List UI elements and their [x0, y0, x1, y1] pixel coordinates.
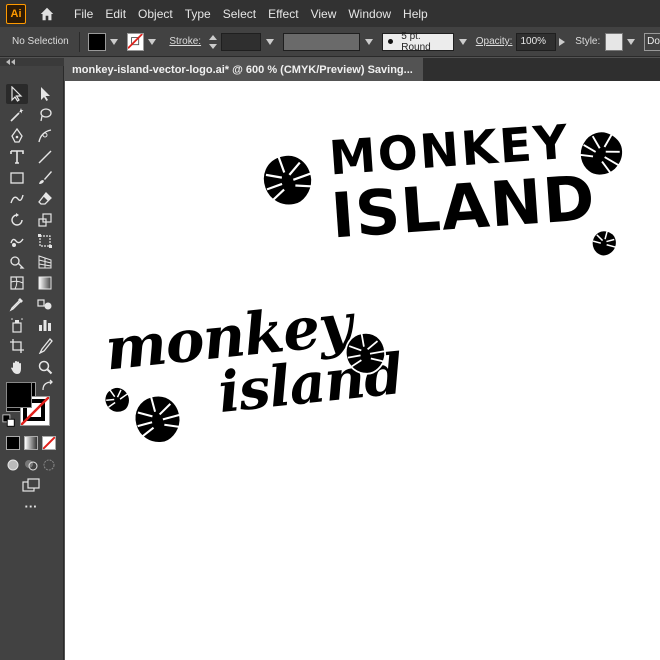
- collapse-toolbar-icon: [6, 59, 15, 65]
- fill-swatch[interactable]: [87, 32, 106, 51]
- opacity-label[interactable]: Opacity:: [476, 36, 513, 47]
- color-mode-button[interactable]: [6, 436, 20, 450]
- stroke-label[interactable]: Stroke:: [169, 36, 201, 47]
- menu-object[interactable]: Object: [138, 7, 173, 21]
- mesh-tool-icon[interactable]: [6, 273, 28, 293]
- menu-edit[interactable]: Edit: [105, 7, 126, 21]
- shaper-tool-icon[interactable]: [6, 189, 28, 209]
- tools-panel: ···: [0, 66, 64, 660]
- graphic-style-swatch[interactable]: [605, 32, 624, 51]
- toolbar-header[interactable]: [0, 58, 64, 66]
- direct-selection-tool-icon[interactable]: [34, 84, 56, 104]
- monstera-leaf-script-right-icon[interactable]: [335, 325, 395, 381]
- profile-dropdown-icon[interactable]: [364, 37, 374, 47]
- menu-bar: Ai File Edit Object Type Select Effect V…: [0, 0, 660, 27]
- zoom-tool-icon[interactable]: [34, 357, 56, 377]
- paintbrush-tool-icon[interactable]: [34, 168, 56, 188]
- menu-effect[interactable]: Effect: [268, 7, 298, 21]
- menu-file[interactable]: File: [74, 7, 93, 21]
- illustrator-logo-icon: Ai: [6, 3, 26, 24]
- perspective-grid-tool-icon[interactable]: [34, 252, 56, 272]
- brush-definition[interactable]: 5 pt. Round: [382, 30, 454, 53]
- symbol-sprayer-tool-icon[interactable]: [6, 315, 28, 335]
- hand-tool-icon[interactable]: [6, 357, 28, 377]
- draw-inside-icon[interactable]: [40, 456, 58, 474]
- gradient-tool-icon[interactable]: [34, 273, 56, 293]
- stroke-swatch[interactable]: [126, 32, 145, 51]
- opacity-input[interactable]: 100%: [516, 32, 557, 51]
- none-mode-button[interactable]: [42, 436, 56, 450]
- bold-logo-island[interactable]: ISLAND: [329, 161, 598, 252]
- shape-builder-tool-icon[interactable]: [6, 252, 28, 272]
- rotate-tool-icon[interactable]: [6, 210, 28, 230]
- menu-type[interactable]: Type: [185, 7, 211, 21]
- monstera-leaf-small-icon[interactable]: [585, 224, 622, 263]
- scale-tool-icon[interactable]: [34, 210, 56, 230]
- eyedropper-tool-icon[interactable]: [6, 294, 28, 314]
- artboard-tool-icon[interactable]: [6, 336, 28, 356]
- brush-dropdown-icon[interactable]: [458, 37, 468, 47]
- stroke-weight-dropdown-icon[interactable]: [265, 37, 275, 47]
- slice-tool-icon[interactable]: [34, 336, 56, 356]
- line-segment-tool-icon[interactable]: [34, 147, 56, 167]
- draw-behind-icon[interactable]: [22, 456, 40, 474]
- default-fill-stroke-icon[interactable]: [2, 414, 16, 428]
- document-tab[interactable]: monkey-island-vector-logo.ai* @ 600 % (C…: [64, 58, 423, 81]
- style-dropdown-icon[interactable]: [626, 37, 636, 47]
- document-setup-button[interactable]: Do: [644, 32, 660, 51]
- curvature-tool-icon[interactable]: [34, 126, 56, 146]
- main-menu: File Edit Object Type Select Effect View…: [74, 7, 440, 21]
- screen-mode-icon[interactable]: [20, 476, 42, 494]
- free-transform-tool-icon[interactable]: [34, 231, 56, 251]
- monstera-leaf-left-icon[interactable]: [248, 141, 326, 220]
- swap-fill-stroke-icon[interactable]: [40, 378, 56, 394]
- draw-normal-icon[interactable]: [4, 456, 22, 474]
- eraser-tool-icon[interactable]: [34, 189, 56, 209]
- menu-help[interactable]: Help: [403, 7, 428, 21]
- menu-view[interactable]: View: [311, 7, 337, 21]
- style-label: Style:: [575, 36, 601, 47]
- gradient-mode-button[interactable]: [24, 436, 38, 450]
- magic-wand-tool-icon[interactable]: [6, 105, 28, 125]
- rectangle-tool-icon[interactable]: [6, 168, 28, 188]
- type-tool-icon[interactable]: [6, 147, 28, 167]
- variable-width-profile[interactable]: [282, 32, 361, 51]
- stroke-weight-input[interactable]: [221, 32, 261, 51]
- stroke-weight-stepper-icon[interactable]: [209, 34, 218, 49]
- opacity-arrow-icon[interactable]: [559, 37, 566, 46]
- blend-tool-icon[interactable]: [34, 294, 56, 314]
- fill-color-swatch-front[interactable]: [6, 382, 32, 408]
- lasso-tool-icon[interactable]: [34, 105, 56, 125]
- home-icon[interactable]: [38, 5, 56, 23]
- menu-window[interactable]: Window: [348, 7, 391, 21]
- selection-status: No Selection: [12, 36, 69, 47]
- warp-tool-icon[interactable]: [6, 231, 28, 251]
- brush-dot-icon: [388, 39, 394, 44]
- edit-toolbar-button[interactable]: ···: [20, 500, 42, 516]
- artboard[interactable]: MONKEY ISLAND monkey island: [65, 81, 660, 660]
- selection-tool-icon[interactable]: [6, 84, 28, 104]
- control-bar: No Selection Stroke: 5 pt. Round Opacity…: [0, 27, 660, 57]
- column-graph-tool-icon[interactable]: [34, 315, 56, 335]
- pen-tool-icon[interactable]: [6, 126, 28, 146]
- fill-dropdown-icon[interactable]: [109, 37, 119, 47]
- stroke-dropdown-icon[interactable]: [147, 37, 157, 47]
- brush-label: 5 pt. Round: [401, 30, 431, 53]
- menu-select[interactable]: Select: [223, 7, 256, 21]
- document-tab-bar: monkey-island-vector-logo.ai* @ 600 % (C…: [64, 58, 660, 81]
